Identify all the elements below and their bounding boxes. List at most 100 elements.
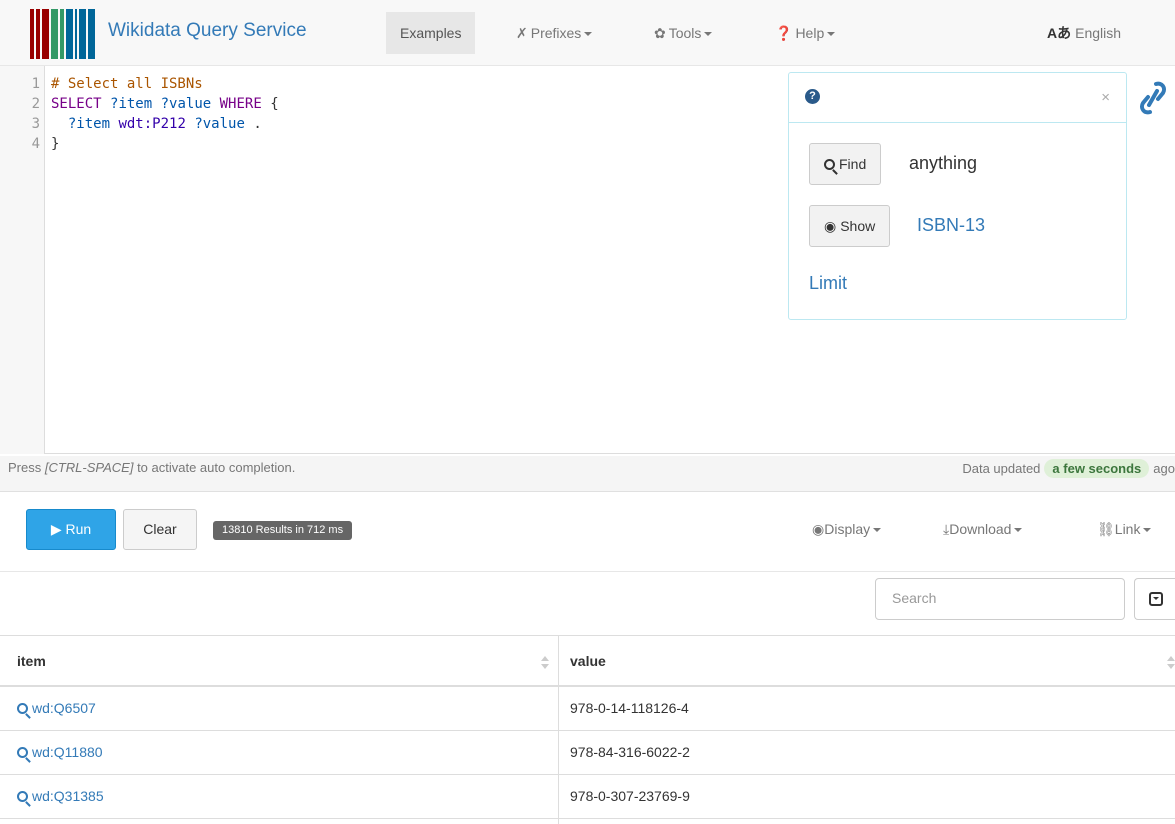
nav-examples-label: Examples bbox=[400, 25, 462, 41]
table-row: wd:Q11880 978-84-316-6022-2 bbox=[0, 731, 1175, 775]
link-icon[interactable] bbox=[1138, 80, 1168, 116]
nav-prefixes[interactable]: ✗ Prefixes bbox=[502, 12, 606, 54]
run-button[interactable]: ▶ Run bbox=[26, 509, 116, 550]
nav-tools-label: Tools bbox=[668, 25, 702, 41]
display-label: Display bbox=[824, 521, 871, 537]
nav-help-label: Help bbox=[795, 25, 825, 41]
nav-language-label: English bbox=[1075, 25, 1122, 41]
results-search-input[interactable]: Search bbox=[875, 578, 1125, 620]
item-id[interactable]: wd:Q11880 bbox=[32, 744, 103, 760]
pin-icon: ✗ bbox=[516, 25, 528, 41]
line-number-gutter: 1 2 3 4 bbox=[0, 66, 45, 454]
code-brace: { bbox=[270, 96, 279, 112]
updated-label: Data updated bbox=[962, 461, 1041, 476]
find-button[interactable]: Find bbox=[809, 143, 882, 185]
hint-text: Press bbox=[8, 460, 45, 475]
hint-text: to activate auto completion. bbox=[133, 460, 296, 475]
code-variable: ?item bbox=[110, 96, 153, 112]
sort-icon[interactable] bbox=[541, 656, 549, 670]
code-keyword: WHERE bbox=[219, 96, 262, 112]
code-line-2: SELECT ?item ?value WHERE { bbox=[51, 96, 279, 112]
limit-link[interactable]: Limit bbox=[809, 273, 847, 294]
line-number: 1 bbox=[31, 76, 40, 92]
show-button-label: Show bbox=[840, 218, 876, 234]
table-options-button[interactable] bbox=[1134, 578, 1175, 620]
clear-button[interactable]: Clear bbox=[123, 509, 197, 550]
link-dropdown[interactable]: ⛓Link bbox=[1097, 521, 1152, 538]
search-icon[interactable] bbox=[17, 791, 28, 802]
caret-down-icon bbox=[873, 528, 882, 533]
code-comment: # Select all ISBNs bbox=[51, 76, 203, 92]
results-toolbar: ▶ Run Clear 13810 Results in 712 ms ◉Dis… bbox=[0, 492, 1175, 572]
link-icon: ⛓ bbox=[1097, 521, 1115, 537]
eye-icon: ◉ bbox=[812, 521, 825, 537]
link-label: Link bbox=[1114, 521, 1141, 537]
show-button[interactable]: ◉ Show bbox=[809, 205, 891, 247]
column-header-item[interactable]: item bbox=[17, 653, 46, 669]
updated-suffix: ago bbox=[1153, 461, 1175, 476]
nav-help[interactable]: ❓ Help bbox=[761, 12, 849, 54]
eye-icon: ◉ bbox=[824, 218, 837, 234]
value-cell: 978-0-14-118126-4 bbox=[570, 700, 689, 716]
download-dropdown[interactable]: ⤓Download bbox=[943, 521, 1023, 538]
code-line-4: } bbox=[51, 136, 59, 152]
popover-header: ? × bbox=[789, 73, 1126, 123]
search-icon[interactable] bbox=[17, 747, 28, 758]
table-header: item value bbox=[0, 635, 1175, 687]
results-count-badge: 13810 Results in 712 ms bbox=[213, 521, 353, 540]
sort-icon[interactable] bbox=[1167, 656, 1175, 670]
column-header-value[interactable]: value bbox=[570, 653, 606, 669]
item-link[interactable]: wd:Q31385 bbox=[17, 788, 104, 804]
question-circle-icon: ? bbox=[805, 89, 820, 104]
line-number: 3 bbox=[31, 116, 40, 132]
help-popover: ? × Find anything ◉ Show ISBN-13 Limit bbox=[788, 72, 1127, 320]
show-link-isbn[interactable]: ISBN-13 bbox=[917, 215, 985, 236]
status-bar: Press [CTRL-SPACE] to activate auto comp… bbox=[0, 456, 1175, 492]
brand-title[interactable]: Wikidata Query Service bbox=[108, 20, 307, 42]
line-number: 4 bbox=[31, 136, 40, 152]
hint-key: [CTRL-SPACE] bbox=[44, 460, 134, 475]
autocomplete-hint: Press [CTRL-SPACE] to activate auto comp… bbox=[8, 460, 295, 475]
dropdown-square-icon bbox=[1149, 592, 1163, 606]
item-link[interactable]: wd:Q11880 bbox=[17, 744, 103, 760]
nav-prefixes-label: Prefixes bbox=[530, 25, 582, 41]
play-icon: ▶ bbox=[50, 521, 62, 537]
find-button-label: Find bbox=[839, 156, 867, 172]
run-button-label: Run bbox=[65, 521, 92, 537]
wikidata-logo-icon[interactable] bbox=[30, 9, 96, 59]
data-updated: Data updated a few seconds ago bbox=[962, 459, 1175, 478]
code-dot: . bbox=[253, 116, 262, 132]
download-label: Download bbox=[949, 521, 1012, 537]
code-line-3: ?item wdt:P212 ?value . bbox=[51, 116, 262, 132]
caret-down-icon bbox=[704, 32, 713, 37]
close-icon[interactable]: × bbox=[1101, 89, 1110, 106]
code-variable: ?value bbox=[160, 96, 212, 112]
navbar: Wikidata Query Service Examples ✗ Prefixe… bbox=[0, 0, 1175, 66]
code-line-1: # Select all ISBNs bbox=[51, 76, 203, 92]
question-circle-icon: ❓ bbox=[775, 25, 793, 41]
nav-language[interactable]: Aあ English bbox=[1033, 12, 1135, 54]
language-icon: Aあ bbox=[1047, 25, 1072, 41]
item-id[interactable]: wd:Q6507 bbox=[32, 700, 96, 716]
code-brace: } bbox=[51, 136, 60, 152]
code-variable: ?value bbox=[194, 116, 245, 132]
search-icon bbox=[824, 159, 835, 170]
code-property: wdt:P212 bbox=[118, 116, 186, 132]
item-link[interactable]: wd:Q6507 bbox=[17, 700, 96, 716]
search-icon[interactable] bbox=[17, 703, 28, 714]
display-dropdown[interactable]: ◉Display bbox=[812, 521, 882, 538]
table-row: wd:Q6507 978-0-14-118126-4 bbox=[0, 687, 1175, 731]
updated-badge: a few seconds bbox=[1044, 459, 1150, 478]
code-variable: ?item bbox=[67, 116, 111, 132]
value-cell: 978-84-316-6022-2 bbox=[570, 744, 690, 760]
caret-down-icon bbox=[1014, 528, 1023, 533]
caret-down-icon bbox=[1143, 528, 1152, 533]
nav-tools[interactable]: ✿ Tools bbox=[640, 12, 726, 54]
item-id[interactable]: wd:Q31385 bbox=[32, 788, 104, 804]
table-row: wd:Q31385 978-0-307-23769-9 bbox=[0, 775, 1175, 819]
value-cell: 978-0-307-23769-9 bbox=[570, 788, 690, 804]
find-text: anything bbox=[909, 153, 978, 173]
nav-examples[interactable]: Examples bbox=[386, 12, 476, 54]
line-number: 2 bbox=[31, 96, 40, 112]
caret-down-icon bbox=[584, 32, 593, 37]
